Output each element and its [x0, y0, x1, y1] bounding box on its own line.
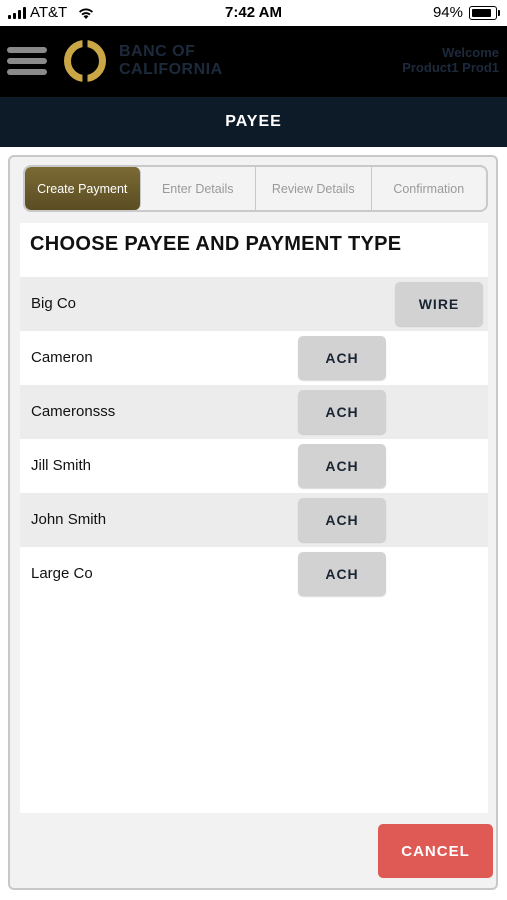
payee-name: Big Co	[31, 295, 77, 312]
brand-line-1: BANC OF	[119, 43, 196, 60]
welcome-text: Welcome Product1 Prod1	[402, 45, 499, 75]
cancel-button[interactable]: CANCEL	[378, 824, 493, 878]
status-right: 94%	[432, 4, 500, 21]
bank-logo-icon	[64, 40, 106, 82]
page-title: PAYEE	[0, 97, 507, 147]
status-time: 7:42 AM	[225, 4, 282, 21]
payee-list-card: CHOOSE PAYEE AND PAYMENT TYPE Big Co WIR…	[20, 223, 488, 813]
payee-name: John Smith	[31, 511, 107, 528]
ach-button[interactable]: ACH	[298, 498, 386, 542]
battery-percent: 94%	[432, 4, 463, 21]
payee-row[interactable]: Jill Smith ACH	[20, 439, 488, 493]
battery-icon	[469, 5, 500, 20]
ach-button[interactable]: ACH	[298, 444, 386, 488]
app-header: BANC OF CALIFORNIA Welcome Product1 Prod…	[0, 26, 507, 97]
step-create-payment[interactable]: Create Payment	[25, 167, 141, 210]
menu-icon[interactable]	[7, 47, 47, 75]
ach-button[interactable]: ACH	[298, 390, 386, 434]
ach-button[interactable]: ACH	[298, 336, 386, 380]
step-confirmation[interactable]: Confirmation	[372, 167, 487, 210]
payment-panel: Create Payment Enter Details Review Deta…	[8, 155, 498, 890]
brand-line-2: CALIFORNIA	[119, 61, 223, 78]
payee-row[interactable]: Big Co WIRE	[20, 277, 488, 331]
welcome-user: Product1 Prod1	[402, 60, 499, 75]
payee-row[interactable]: John Smith ACH	[20, 493, 488, 547]
payee-row[interactable]: Large Co ACH	[20, 547, 488, 601]
section-heading: CHOOSE PAYEE AND PAYMENT TYPE	[30, 233, 402, 255]
step-review-details[interactable]: Review Details	[256, 167, 372, 210]
ach-button[interactable]: ACH	[298, 552, 386, 596]
brand-name: BANC OF CALIFORNIA	[119, 43, 223, 79]
payee-name: Cameron	[31, 349, 93, 366]
progress-steps: Create Payment Enter Details Review Deta…	[23, 165, 488, 212]
step-enter-details[interactable]: Enter Details	[141, 167, 256, 210]
payee-name: Large Co	[31, 565, 93, 582]
status-bar: AT&T 7:42 AM 94%	[0, 0, 507, 26]
payee-row[interactable]: Cameron ACH	[20, 331, 488, 385]
wire-button[interactable]: WIRE	[395, 282, 483, 326]
payee-row[interactable]: Cameronsss ACH	[20, 385, 488, 439]
welcome-line-1: Welcome	[442, 45, 499, 60]
payee-name: Cameronsss	[31, 403, 116, 420]
payee-name: Jill Smith	[31, 457, 92, 474]
